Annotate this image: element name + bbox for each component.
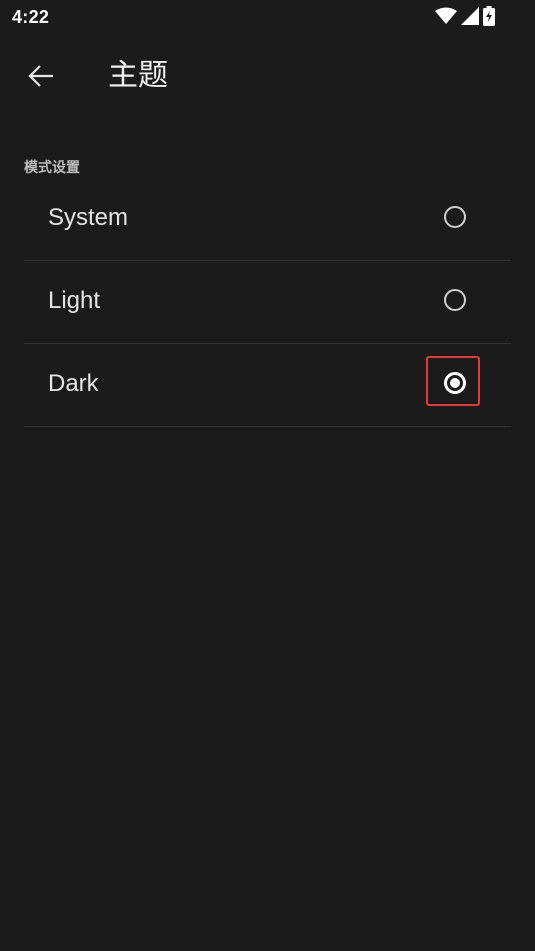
radio-button-system[interactable]: [444, 206, 466, 228]
page-title: 主题: [108, 59, 168, 92]
option-system[interactable]: System: [24, 178, 511, 261]
radio-button-dark[interactable]: [444, 372, 466, 394]
cell-signal-icon: [461, 6, 479, 30]
option-dark[interactable]: Dark: [24, 344, 511, 427]
option-label: System: [48, 204, 129, 231]
app-bar: 主题: [0, 36, 535, 116]
arrow-back-icon: [27, 64, 55, 93]
option-light[interactable]: Light: [24, 261, 511, 344]
back-button[interactable]: [18, 56, 64, 100]
status-icons: [435, 5, 495, 31]
section-header: 模式设置: [24, 159, 80, 175]
status-bar: 4:22: [0, 0, 535, 36]
radio-button-light[interactable]: [444, 289, 466, 311]
battery-charging-icon: [483, 5, 495, 31]
option-label: Dark: [48, 370, 99, 397]
wifi-icon: [435, 7, 457, 30]
theme-options-list: System Light Dark: [24, 178, 511, 427]
option-label: Light: [48, 287, 101, 314]
status-time: 4:22: [12, 7, 50, 27]
